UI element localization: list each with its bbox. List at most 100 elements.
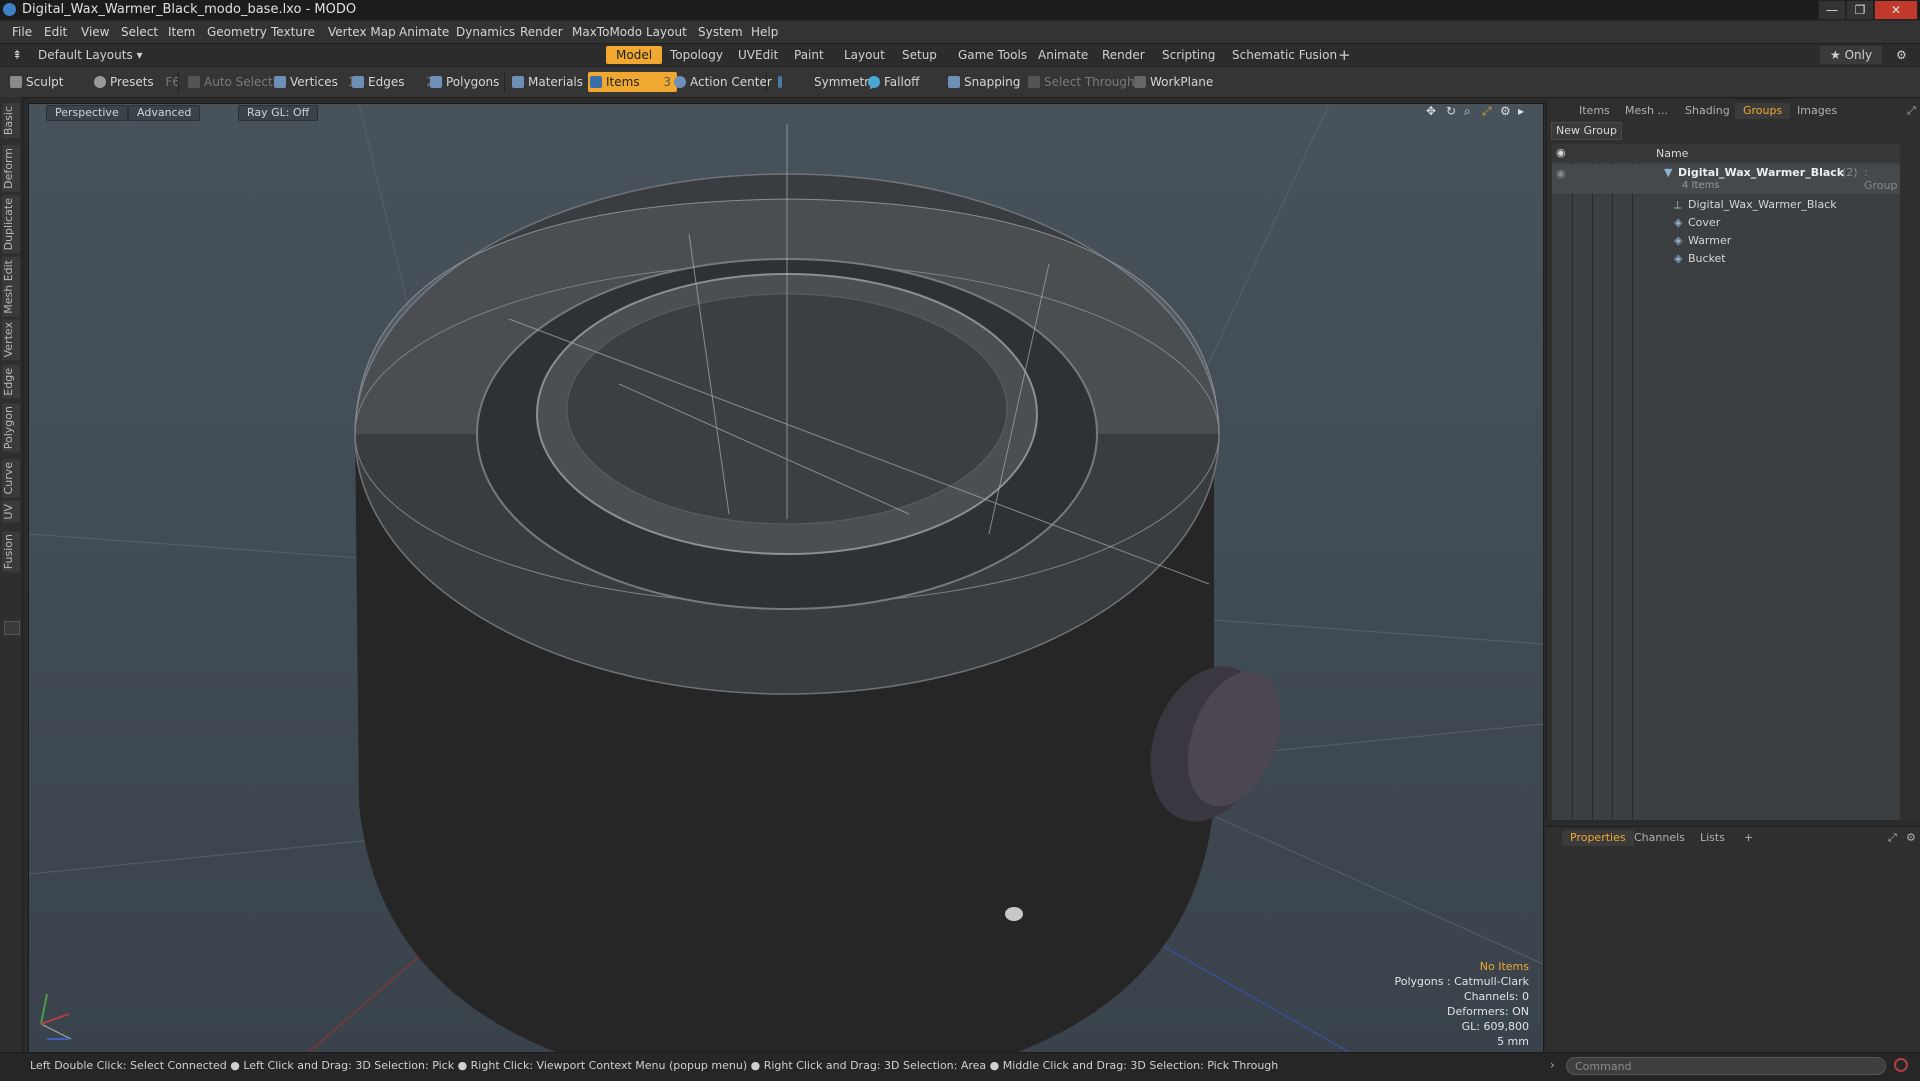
mesh-icon: ◈: [1674, 252, 1683, 265]
expand-panel-icon[interactable]: ⤢: [1899, 103, 1920, 119]
add-tab-icon[interactable]: +: [1328, 46, 1361, 64]
tab-groups[interactable]: Groups: [1735, 103, 1791, 119]
auto-select-button[interactable]: Auto Select: [186, 72, 273, 92]
mesh-icon: ◈: [1674, 216, 1683, 229]
title-bar: Digital_Wax_Warmer_Black_modo_base.lxo -…: [0, 0, 1920, 20]
pan-icon[interactable]: ✥: [1426, 104, 1436, 118]
close-button[interactable]: ✕: [1874, 0, 1918, 20]
tab-shading[interactable]: Shading: [1677, 103, 1738, 119]
symmetry-button[interactable]: Symmetry: [776, 72, 876, 92]
group-child-row[interactable]: ◈ Bucket: [1552, 250, 1900, 268]
sculpt-button[interactable]: Sculpt: [8, 72, 63, 92]
tab-topology[interactable]: Topology: [660, 46, 733, 64]
viewport-header: Perspective Advanced Ray GL: Off ✥ ↻ ⌕ ⤢…: [28, 103, 1542, 121]
sculpt-icon: [10, 76, 22, 88]
materials-button[interactable]: Materials: [510, 72, 583, 92]
default-layouts-dropdown[interactable]: Default Layouts ▾: [28, 46, 153, 64]
tab-layout[interactable]: Layout: [834, 46, 895, 64]
menu-file[interactable]: File: [12, 25, 32, 39]
vtab-curve[interactable]: Curve: [2, 459, 20, 498]
tab-animate[interactable]: Animate: [1028, 46, 1098, 64]
panel-toggle-icon[interactable]: [4, 621, 20, 635]
tab-scripting[interactable]: Scripting: [1152, 46, 1225, 64]
shading-dropdown[interactable]: Advanced: [128, 105, 201, 121]
menu-texture[interactable]: Texture: [271, 25, 315, 39]
tab-render[interactable]: Render: [1092, 46, 1155, 64]
locator-icon: ⟂: [1674, 198, 1682, 211]
tab-model[interactable]: Model: [606, 46, 663, 64]
menu-select[interactable]: Select: [121, 25, 158, 39]
menu-system[interactable]: System: [698, 25, 743, 39]
minimize-button[interactable]: —: [1818, 0, 1846, 20]
menu-help[interactable]: Help: [751, 25, 778, 39]
workplane-button[interactable]: WorkPlane: [1132, 72, 1213, 92]
tab-uvedit[interactable]: UVEdit: [728, 46, 788, 64]
falloff-button[interactable]: Falloff: [866, 72, 919, 92]
visibility-eye-icon[interactable]: ◉: [1556, 167, 1566, 180]
presets-button[interactable]: Presets F6: [92, 72, 180, 92]
vertices-button[interactable]: Vertices 1: [272, 72, 355, 92]
viewport-menu-icon[interactable]: ▸: [1518, 104, 1524, 118]
tab-mesh[interactable]: Mesh ...: [1617, 103, 1676, 119]
add-tab-button[interactable]: +: [1736, 830, 1761, 846]
command-input[interactable]: Command: [1566, 1057, 1886, 1075]
new-group-button[interactable]: New Group: [1551, 122, 1622, 140]
vtab-duplicate[interactable]: Duplicate: [2, 195, 20, 254]
tab-setup[interactable]: Setup: [892, 46, 947, 64]
tab-channels[interactable]: Channels: [1626, 830, 1693, 846]
menu-layout[interactable]: Layout: [646, 25, 687, 39]
tab-game-tools[interactable]: Game Tools: [948, 46, 1037, 64]
vtab-vertex[interactable]: Vertex: [2, 319, 20, 361]
rotate-icon[interactable]: ↻: [1446, 104, 1456, 118]
menu-maxtomodo[interactable]: MaxToModo: [572, 25, 642, 39]
menu-geometry[interactable]: Geometry: [207, 25, 267, 39]
deformers-info: Deformers: ON: [1447, 1005, 1529, 1018]
3d-viewport[interactable]: No Items Polygons : Catmull-Clark Channe…: [28, 103, 1544, 1053]
tab-items[interactable]: Items: [1571, 103, 1618, 119]
group-root-row[interactable]: ◉ ▼ Digital_Wax_Warmer_Black (2) : Group…: [1552, 164, 1900, 194]
maximize-button[interactable]: ❐: [1846, 0, 1874, 20]
layout-tab-bar: ⇞ Default Layouts ▾ Model Topology UVEdi…: [0, 43, 1920, 66]
tab-images[interactable]: Images: [1789, 103, 1845, 119]
menu-view[interactable]: View: [81, 25, 109, 39]
record-icon[interactable]: [1894, 1058, 1908, 1072]
menu-edit[interactable]: Edit: [44, 25, 67, 39]
vtab-polygon[interactable]: Polygon: [2, 403, 20, 453]
vtab-deform[interactable]: Deform: [2, 145, 20, 192]
polygons-button[interactable]: Polygons: [428, 72, 499, 92]
viewport-settings-icon[interactable]: ⚙: [1500, 104, 1511, 118]
only-toggle[interactable]: ★ Only: [1820, 46, 1883, 64]
toolbar-divider: [504, 72, 505, 92]
menu-dynamics[interactable]: Dynamics: [456, 25, 515, 39]
gear-icon[interactable]: ⚙: [1886, 46, 1917, 64]
symmetry-icon: [778, 76, 782, 88]
group-child-row[interactable]: ◈ Warmer: [1552, 232, 1900, 250]
zoom-icon[interactable]: ⌕: [1464, 104, 1471, 119]
maximize-view-icon[interactable]: ⤢: [1482, 104, 1492, 119]
edges-button[interactable]: Edges 2: [350, 72, 434, 92]
tab-paint[interactable]: Paint: [784, 46, 834, 64]
snapping-button[interactable]: Snapping: [946, 72, 1020, 92]
raygl-toggle[interactable]: Ray GL: Off: [238, 105, 319, 121]
items-button[interactable]: Items 3: [588, 72, 678, 92]
vtab-basic[interactable]: Basic: [2, 103, 20, 139]
group-child-row[interactable]: ◈ Cover: [1552, 214, 1900, 232]
vtab-mesh-edit[interactable]: Mesh Edit: [2, 257, 20, 317]
gear-icon[interactable]: ⚙: [1898, 830, 1920, 846]
vtab-edge[interactable]: Edge: [2, 365, 20, 399]
view-type-dropdown[interactable]: Perspective: [46, 105, 128, 121]
items-count: 3: [663, 75, 672, 89]
menu-animate[interactable]: Animate: [399, 25, 449, 39]
menu-vertex-map[interactable]: Vertex Map: [328, 25, 396, 39]
action-center-label: Action Center: [690, 75, 772, 89]
menu-render[interactable]: Render: [520, 25, 563, 39]
tab-lists[interactable]: Lists: [1692, 830, 1733, 846]
menu-item[interactable]: Item: [168, 25, 195, 39]
tab-properties[interactable]: Properties: [1562, 830, 1634, 846]
vtab-uv[interactable]: UV: [2, 501, 20, 523]
vtab-fusion[interactable]: Fusion: [2, 531, 20, 573]
layouts-menu-icon[interactable]: ⇞: [8, 46, 26, 64]
action-center-button[interactable]: Action Center: [672, 72, 772, 92]
select-through-button[interactable]: Select Through: [1026, 72, 1135, 92]
group-child-row[interactable]: ⟂ Digital_Wax_Warmer_Black: [1552, 196, 1900, 214]
